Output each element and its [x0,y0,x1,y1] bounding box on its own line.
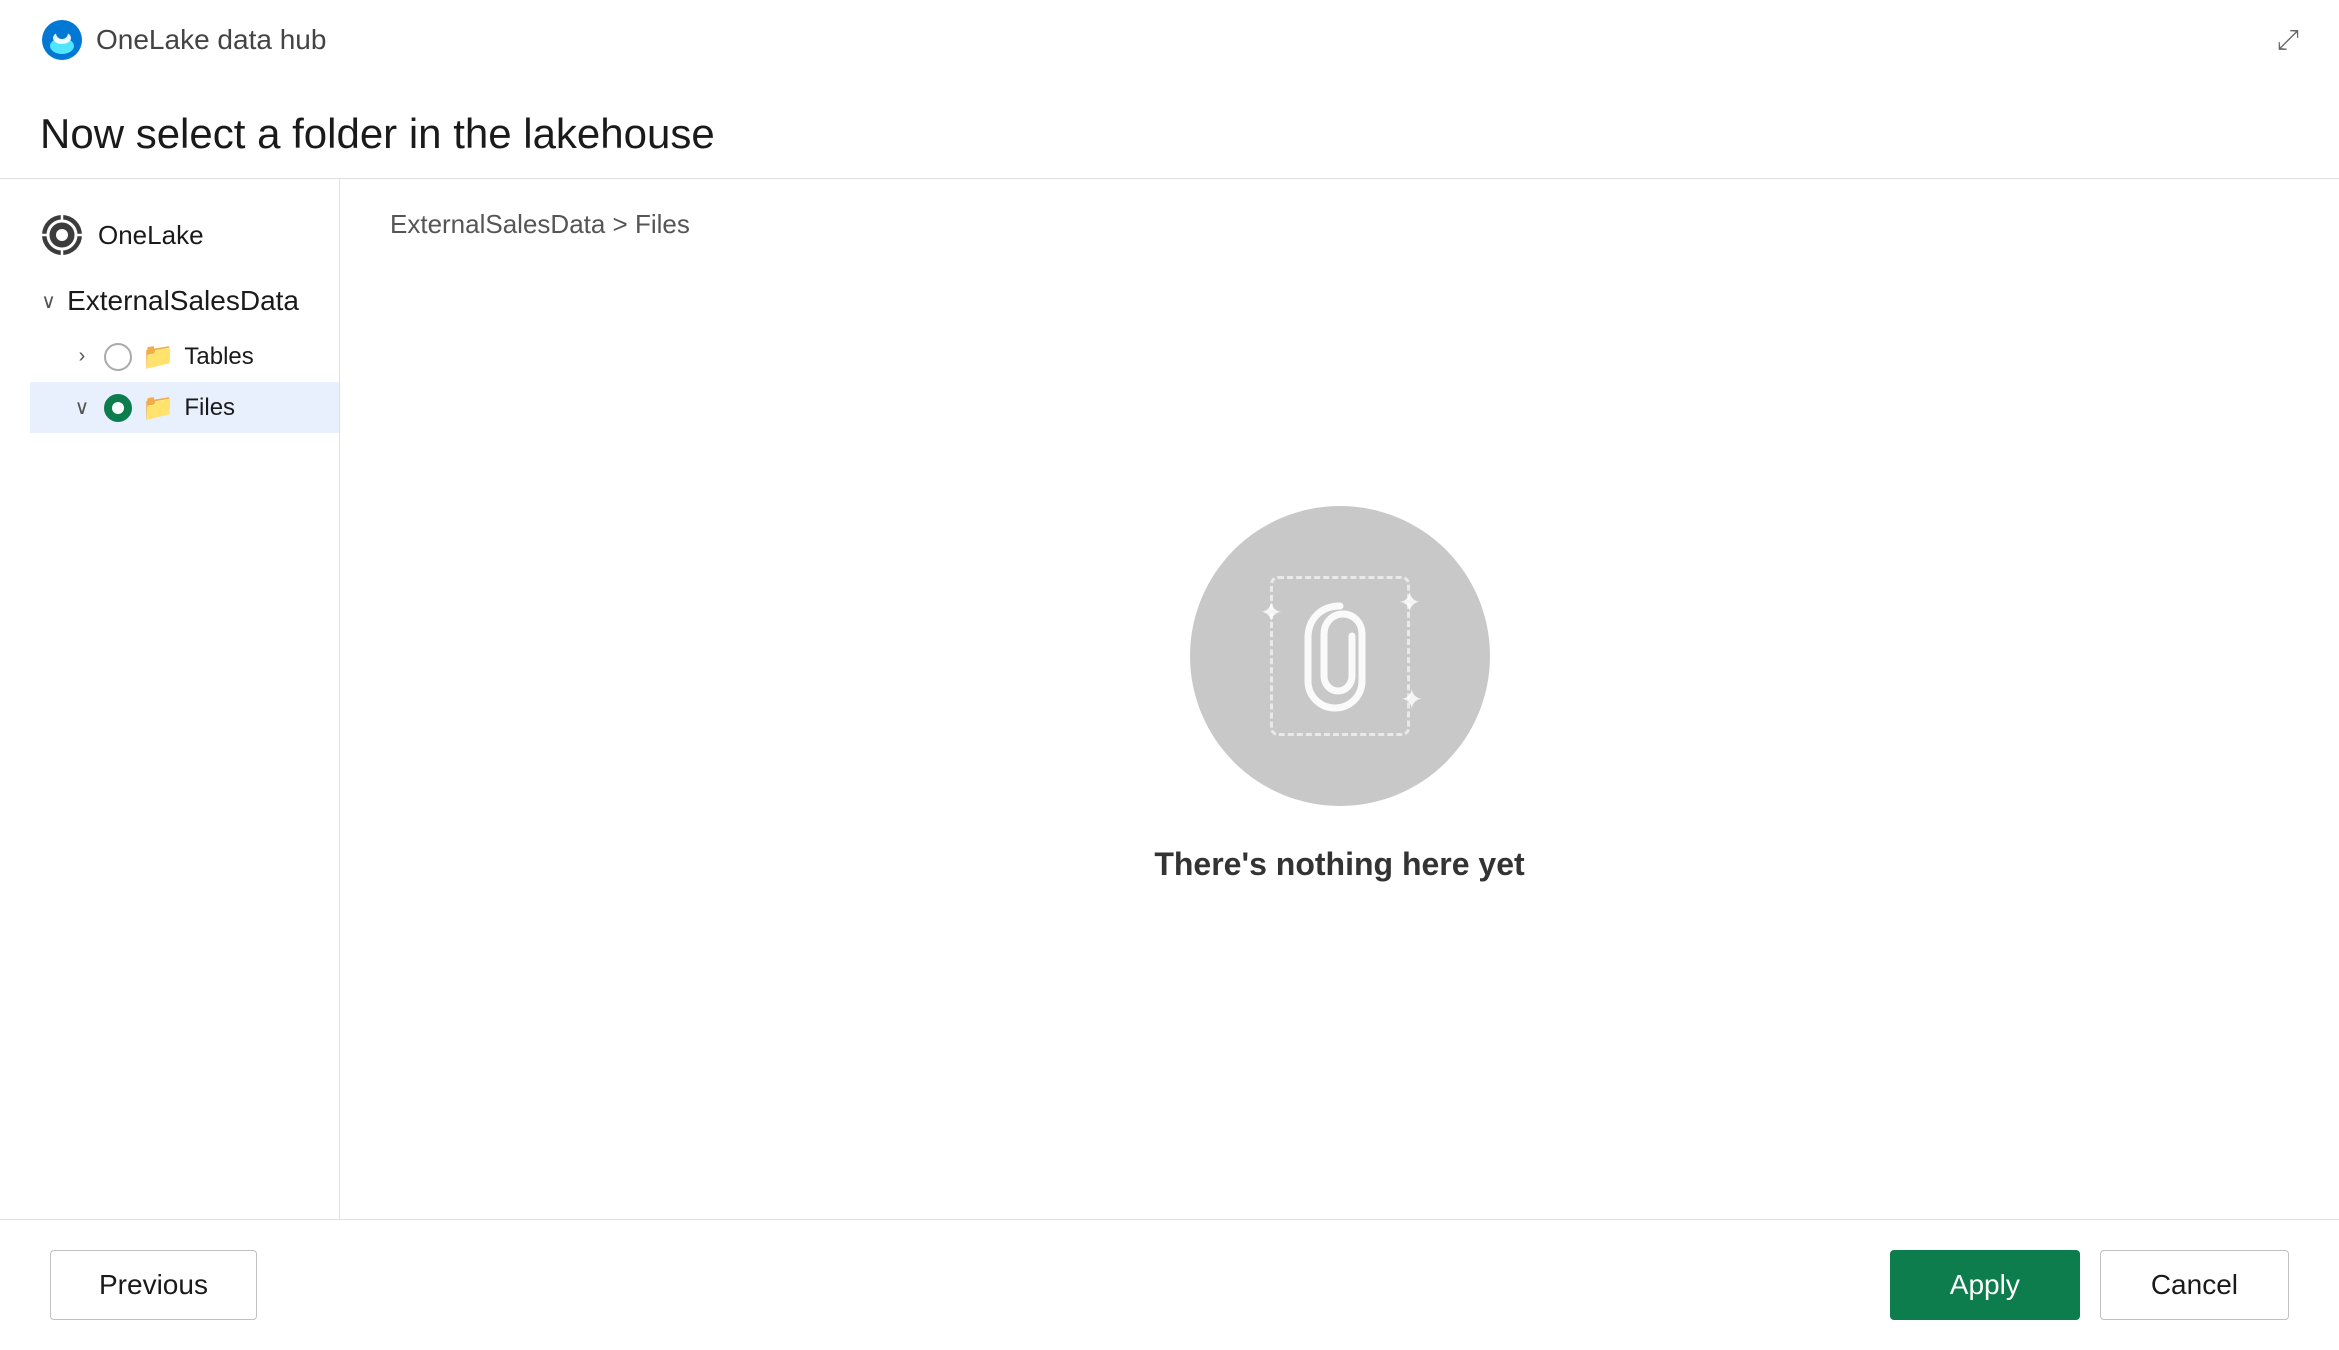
sidebar: OneLake ∨ ExternalSalesData › 📁 Tables ∨ [0,179,340,1219]
expand-icon[interactable]: ⤢ [2277,24,2299,57]
page-title-section: Now select a folder in the lakehouse [0,80,2339,179]
onelake-section: OneLake [0,199,339,271]
sparkle-top-left-icon: ✦ [1260,596,1283,629]
empty-state: ✦ ✦ ✦ There's nothing here yet [390,280,2289,1189]
sidebar-item-files[interactable]: ∨ 📁 Files [30,382,339,433]
datasource-label: ExternalSalesData [67,285,299,317]
main-content: OneLake ∨ ExternalSalesData › 📁 Tables ∨ [0,179,2339,1219]
sparkle-bottom-right-icon: ✦ [1400,683,1423,716]
tables-label: Tables [184,343,253,371]
files-folder-icon: 📁 [142,392,174,423]
onelake-sidebar-label: OneLake [98,220,204,251]
onelake-sidebar-icon [40,213,84,257]
footer: Previous Apply Cancel [0,1219,2339,1350]
tree-children: › 📁 Tables ∨ 📁 Files [0,331,339,433]
previous-button[interactable]: Previous [50,1250,257,1320]
empty-state-text: There's nothing here yet [1154,846,1524,883]
tables-chevron-icon[interactable]: › [70,345,94,368]
datasource-chevron-icon[interactable]: ∨ [40,289,57,314]
datasource-row[interactable]: ∨ ExternalSalesData [0,271,339,331]
sparkle-top-right-icon: ✦ [1398,586,1421,619]
breadcrumb: ExternalSalesData > Files [390,209,2289,240]
dashed-box [1270,576,1410,736]
tables-radio[interactable] [104,343,132,371]
files-label: Files [184,394,235,422]
sidebar-item-tables[interactable]: › 📁 Tables [30,331,339,382]
files-chevron-icon[interactable]: ∨ [70,395,94,420]
paperclip-container: ✦ ✦ ✦ [1250,566,1430,746]
right-panel: ExternalSalesData > Files ✦ ✦ ✦ [340,179,2339,1219]
header-left: OneLake data hub [40,18,326,62]
tables-folder-icon: 📁 [142,341,174,372]
page-title: Now select a folder in the lakehouse [40,110,2299,158]
footer-right: Apply Cancel [1890,1250,2289,1320]
empty-state-circle: ✦ ✦ ✦ [1190,506,1490,806]
apply-button[interactable]: Apply [1890,1250,2080,1320]
files-radio[interactable] [104,394,132,422]
cancel-button[interactable]: Cancel [2100,1250,2289,1320]
header: OneLake data hub ⤢ [0,0,2339,80]
onelake-logo-icon [40,18,84,62]
app-container: OneLake data hub ⤢ Now select a folder i… [0,0,2339,1350]
app-name: OneLake data hub [96,24,326,56]
